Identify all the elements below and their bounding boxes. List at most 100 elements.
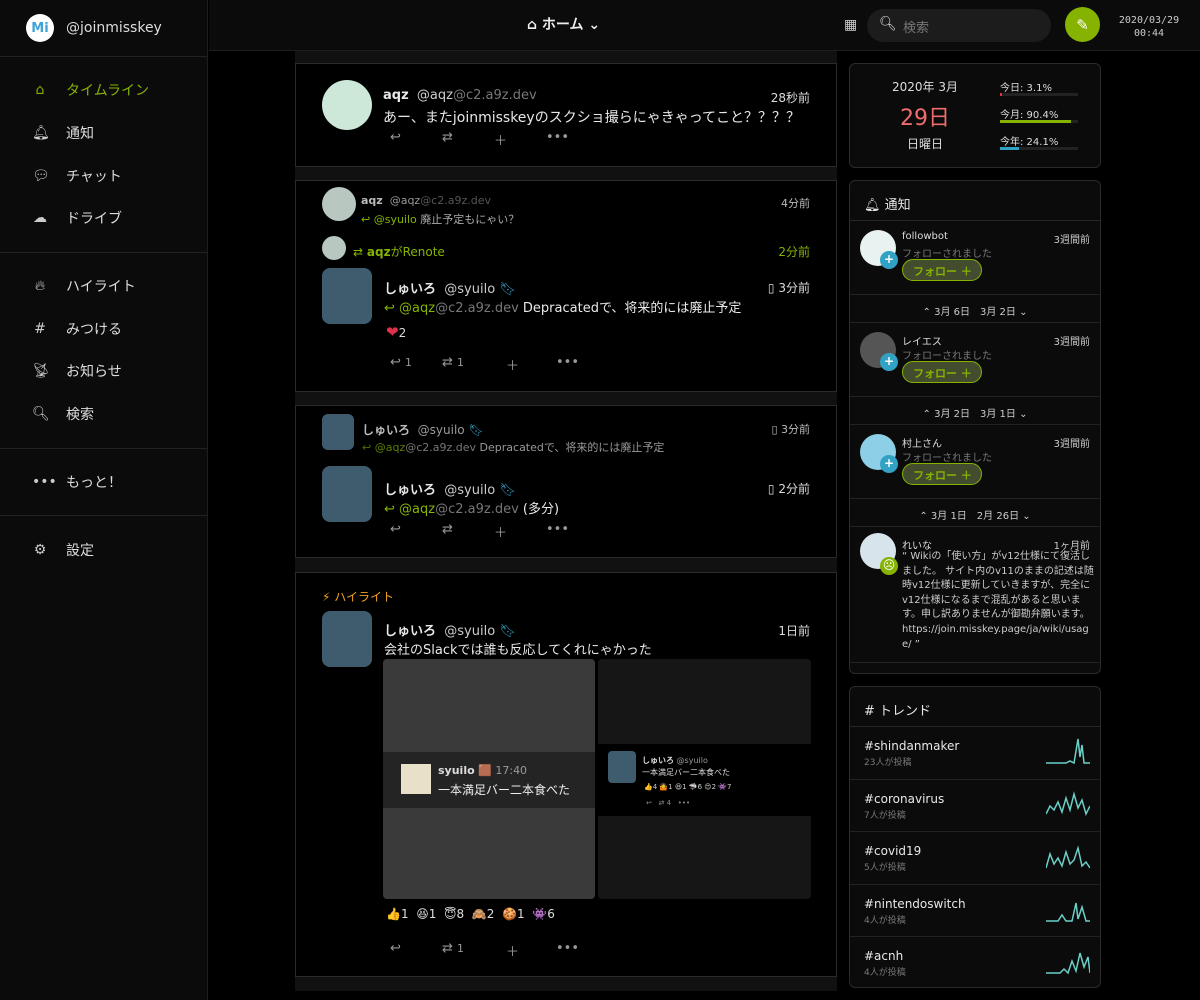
nav-search[interactable]: 🔍︎ 検索 [0,393,207,436]
avatar[interactable] [322,414,354,450]
notification-item[interactable]: + followbot フォローされました 3週間前 フォロー ＋ [850,221,1100,295]
reaction[interactable]: 👍1 [386,907,409,921]
avatar[interactable] [322,268,372,324]
calendar-weekday: 日曜日 [906,137,943,151]
more-icon[interactable]: ••• [546,130,598,149]
note-author-user[interactable]: @aqz [417,88,453,103]
nav-announcements[interactable]: 📡︎ お知らせ [0,350,207,393]
reply-icon[interactable]: ↩ [390,130,442,149]
reply-button[interactable]: ↩ 1 [390,355,442,374]
avatar[interactable] [322,466,372,522]
reply-arrow-icon: ↩ [362,441,372,454]
note-time[interactable]: 3分前 [778,281,810,295]
note-author-user[interactable]: @syuilo [444,282,495,297]
renote-icon[interactable]: ⇄ [442,522,494,541]
reaction[interactable]: 👾6 [532,907,555,921]
search-input[interactable]: 🔍︎ 検索 [867,9,1051,42]
reply-to-user[interactable]: @aqz [399,301,435,316]
note-author-name[interactable]: しゅいろ [384,282,436,297]
follow-button[interactable]: フォロー ＋ [902,463,982,485]
reaction[interactable]: 😆1 [416,907,436,921]
compose-button[interactable]: ✎ [1065,7,1100,42]
account-menu[interactable]: Mi @joinmisskey [0,0,207,57]
more-icon[interactable]: ••• [556,941,608,960]
reaction-add-icon[interactable]: ＋ [506,355,556,374]
trend-tag[interactable]: #acnh [864,949,903,963]
renote-button[interactable]: ⇄ 1 [442,941,506,960]
notification-item[interactable]: ☹ れいな 1ヶ月前 “ Wikiの「使い方」がv12仕様にて復活しました。 サ… [850,527,1100,663]
reaction-add-icon[interactable]: ＋ [494,130,546,149]
reaction-add-icon[interactable]: ＋ [506,941,556,960]
renoter-name[interactable]: aqz [367,245,391,259]
note[interactable]: しゅいろ @syuilo 🔖︎ ▯ 3分前 ↩ @aqz@c2.a9z.dev … [295,405,837,558]
note-author-name[interactable]: しゅいろ [384,483,436,498]
nav-explore[interactable]: # みつける [0,307,207,350]
follow-button[interactable]: フォロー ＋ [902,259,982,281]
trend-tag[interactable]: #covid19 [864,844,921,858]
notification-user[interactable]: followbot [902,231,948,242]
note-time[interactable]: 1日前 [778,622,810,639]
notification-item[interactable]: + レイエス フォローされました 3週間前 フォロー ＋ [850,323,1100,397]
note-time[interactable]: 2分前 [778,482,810,496]
reaction[interactable]: 😇8 [444,907,464,921]
note[interactable]: aqz @aqz@c2.a9z.dev 4分前 ↩ @syuilo 廃止予定もに… [295,180,837,392]
nav-drive[interactable]: ☁ ドライブ [0,197,207,240]
note[interactable]: ⚡︎ ハイライト しゅいろ @syuilo 🔖︎ 1日前 会社のSlackでは誰… [295,572,837,977]
parent-note-time[interactable]: 4分前 [781,195,810,211]
reaction[interactable]: 🍪1 [502,907,525,921]
nav-timeline[interactable]: ⌂ タイムライン [0,69,207,112]
note-author-name[interactable]: しゅいろ [384,624,436,639]
nav-chat[interactable]: 💬︎ チャット [0,154,207,197]
note-author-name[interactable]: aqz [383,88,409,103]
nav-settings[interactable]: ⚙ 設定 [0,528,207,571]
timeline-switcher[interactable]: ⌂ ホーム ⌄ [527,14,600,34]
more-icon[interactable]: ••• [556,355,608,374]
note-author-user[interactable]: @syuilo [444,483,495,498]
parent-note-author-name[interactable]: しゅいろ [362,423,410,437]
renote-icon[interactable]: ⇄ [442,130,494,149]
gear-icon: ⚙ [33,541,47,558]
reply-icon[interactable]: ↩ [390,941,442,960]
parent-reply-to-user[interactable]: @aqz [375,441,406,454]
parent-note-reply-to[interactable]: @syuilo [374,213,417,226]
parent-note-author-name[interactable]: aqz [361,194,383,207]
notification-user[interactable]: 村上さん [902,435,942,450]
parent-note-author-user[interactable]: @aqz [390,194,421,207]
notification-item[interactable]: + 村上さん フォローされました 3週間前 フォロー ＋ [850,425,1100,499]
trend-tag[interactable]: #nintendoswitch [864,897,966,911]
parent-note-author-user[interactable]: @syuilo [418,423,465,437]
follow-button[interactable]: フォロー ＋ [902,361,982,383]
attached-image[interactable]: しゅいろ @syuilo 一本満足バー二本食べた 👍4 🤷1 😆1 🦈6 😍2 … [598,659,811,899]
grid-icon[interactable]: ▦ [844,17,857,33]
avatar[interactable] [322,80,372,130]
nav-notifications[interactable]: 🔔︎ 通知 [0,112,207,155]
trend-sparkline [1046,952,1090,975]
trend-item[interactable]: #covid19 5人が投稿 [850,832,1100,885]
trend-item[interactable]: #nintendoswitch 4人が投稿 [850,885,1100,937]
renoter-avatar[interactable] [322,236,346,260]
note-author-user[interactable]: @syuilo [444,624,495,639]
trend-item[interactable]: #shindanmaker 23人が投稿 [850,727,1100,780]
reply-icon[interactable]: ↩ [390,522,442,541]
reaction-add-icon[interactable]: ＋ [494,522,546,541]
reaction-heart[interactable]: ❤2 [386,323,406,341]
note[interactable]: aqz @aqz@c2.a9z.dev 28秒前 あー、またjoinmisske… [295,63,837,167]
trend-tag[interactable]: #coronavirus [864,792,944,806]
more-icon[interactable]: ••• [546,522,598,541]
avatar[interactable] [322,187,356,221]
trend-tag[interactable]: #shindanmaker [864,739,959,753]
trend-item[interactable]: #coronavirus 7人が投稿 [850,780,1100,832]
nav-more[interactable]: ••• もっと！ [0,461,207,504]
date-separator-text: 3月 1日 2月 26日 [930,511,1020,522]
nav-highlight[interactable]: 🔥︎ ハイライト [0,265,207,308]
renote-time[interactable]: 2分前 [778,243,810,260]
notification-user[interactable]: レイエス [902,333,942,348]
note-time[interactable]: 28秒前 [771,89,810,106]
reaction[interactable]: 🙈2 [472,907,495,921]
attached-image[interactable]: syuilo 🟫 17:40 一本満足バー二本食べた [383,659,595,899]
renote-button[interactable]: ⇄ 1 [442,355,506,374]
reply-to-user[interactable]: @aqz [399,502,435,517]
trend-item[interactable]: #acnh 4人が投稿 [850,937,1100,987]
avatar[interactable] [322,611,372,667]
parent-note-time[interactable]: 3分前 [781,423,810,436]
